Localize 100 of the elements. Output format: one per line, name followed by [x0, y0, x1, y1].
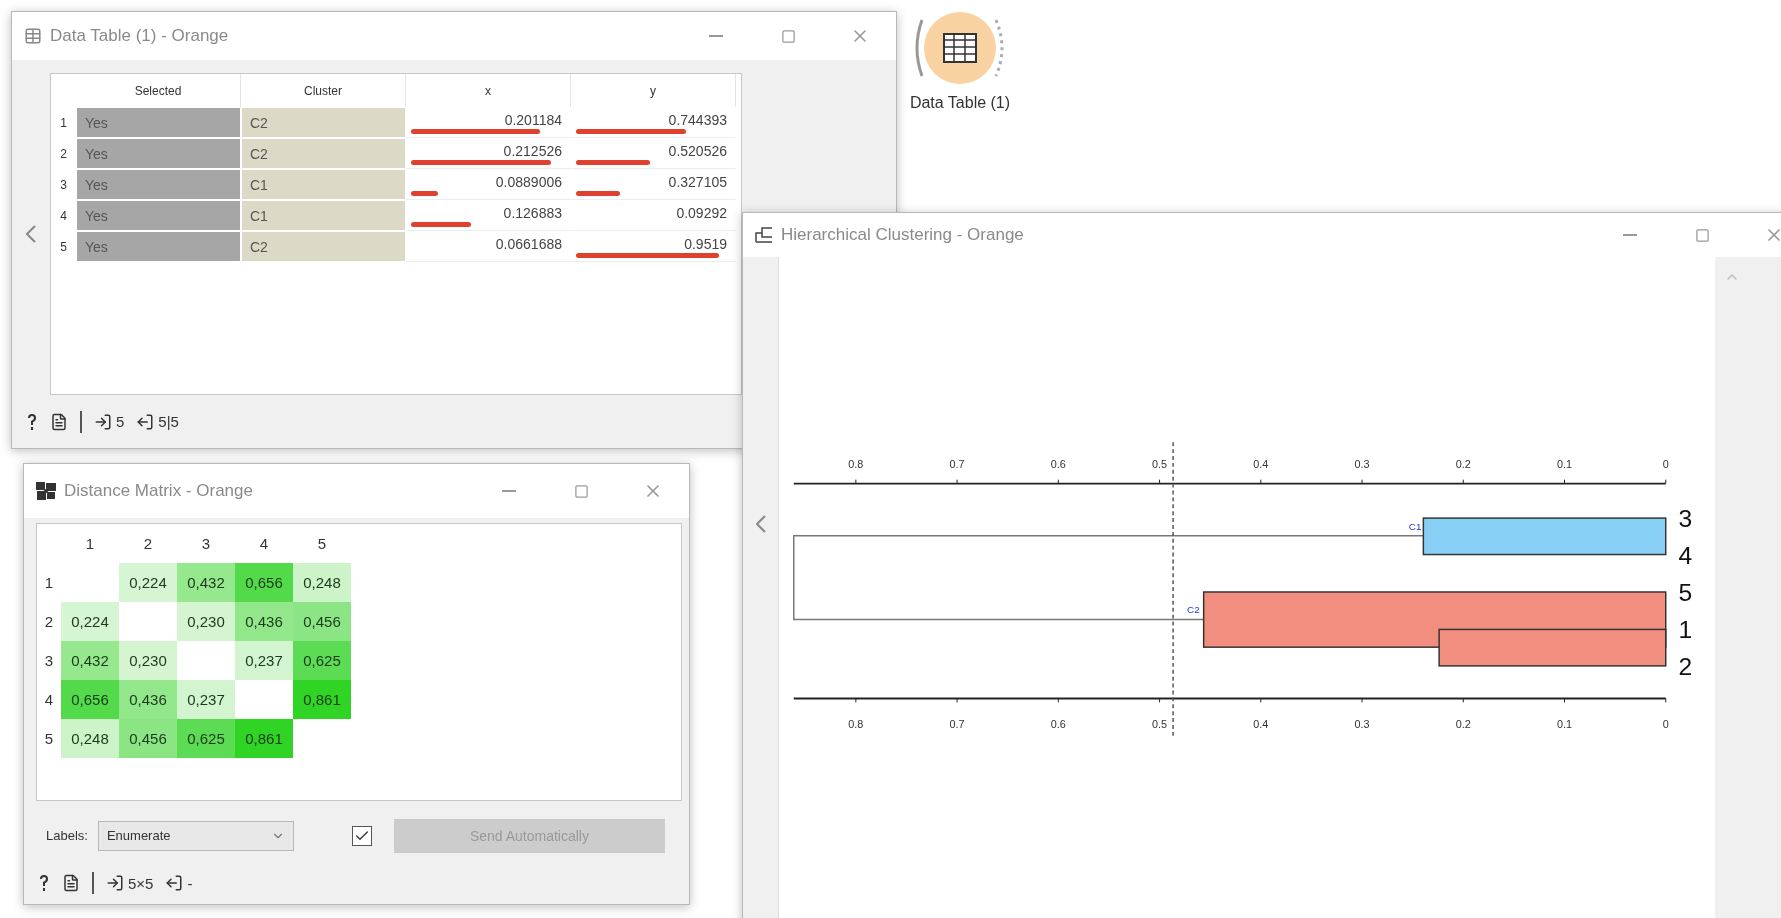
row-header: 3 [43, 651, 55, 671]
matrix-cell: 0,237 [235, 641, 293, 680]
axis-tick-label: 0.6 [1050, 717, 1066, 730]
cluster-branch[interactable] [1202, 591, 1667, 667]
matrix-cell: 0,224 [119, 563, 177, 602]
labels-label: Labels: [46, 828, 88, 844]
row-number: 1 [59, 114, 68, 132]
axis-tick-label: 0.5 [1152, 457, 1168, 470]
matrix-cell: 0,456 [119, 719, 177, 758]
table-cell: C1 [241, 200, 406, 231]
node-label: Data Table (1) [909, 94, 1011, 112]
table-cell: Yes [76, 169, 241, 200]
axis-tick-label: 0.4 [1253, 457, 1269, 470]
output-summary: - [187, 874, 193, 892]
axis-tick-label: 0.2 [1455, 457, 1471, 470]
column-header: 2 [142, 534, 154, 554]
axis-tick-label: 0.8 [848, 457, 864, 470]
table-cell: C2 [241, 138, 406, 169]
minimize-icon [709, 35, 723, 37]
input-icon [106, 874, 124, 893]
help-icon[interactable] [26, 412, 38, 431]
row-header: 1 [43, 573, 55, 593]
minimize-icon [502, 490, 516, 492]
cluster-branch[interactable] [1422, 517, 1667, 556]
matrix-cell: 0,237 [177, 680, 235, 719]
row-number: 2 [59, 145, 68, 163]
axis-tick-label: 0.7 [949, 717, 965, 730]
matrix-cell: 0,432 [177, 563, 235, 602]
row-number: 4 [59, 207, 68, 225]
matrix-cell: 0,432 [61, 641, 119, 680]
matrix-icon [36, 482, 56, 500]
matrix-cell: 0,456 [293, 602, 351, 641]
table-cell: Yes [76, 107, 241, 138]
axis-tick-label: 0 [1662, 717, 1669, 730]
axis-tick-label: 0.1 [1556, 717, 1573, 730]
matrix-cell: 0,656 [235, 563, 293, 602]
column-header: 5 [316, 534, 328, 554]
axis-tick-label: 0.1 [1556, 457, 1573, 470]
table-cell: Yes [76, 138, 241, 169]
dendrogram-icon [755, 227, 773, 243]
row-number: 5 [59, 238, 68, 256]
window-title: Data Table (1) - Orange [50, 26, 230, 46]
matrix-cell: 0,436 [235, 602, 293, 641]
column-header: 4 [258, 534, 270, 554]
table-cell: Yes [76, 200, 241, 231]
matrix-cell: 0,248 [293, 563, 351, 602]
matrix-cell: 0,248 [61, 719, 119, 758]
column-header: 3 [200, 534, 212, 554]
axis-tick-label: 0.7 [949, 457, 965, 470]
axis-tick-label: 0.4 [1253, 717, 1269, 730]
row-header: 4 [43, 690, 55, 710]
chevron-left-icon [755, 515, 766, 533]
table-icon [24, 27, 42, 45]
labels-dropdown[interactable]: Enumerate [97, 820, 294, 851]
leaf-label: 4 [1678, 541, 1693, 569]
matrix-cell: 0,861 [293, 680, 351, 719]
axis-tick-label: 0.3 [1354, 717, 1370, 730]
matrix-cell: 0,230 [119, 641, 177, 680]
axis-tick-label: 0.6 [1050, 457, 1066, 470]
table-cell: C2 [241, 107, 406, 138]
cluster-label: C1 [1408, 520, 1422, 532]
axis-tick-label: 0.8 [848, 717, 864, 730]
report-icon[interactable] [50, 412, 68, 431]
help-icon[interactable] [38, 874, 50, 893]
leaf-label: 5 [1678, 578, 1693, 606]
maximize-icon [573, 483, 589, 499]
cut-line[interactable] [1172, 441, 1174, 739]
axis-tick-label: 0.3 [1354, 457, 1370, 470]
matrix-cell: 0,230 [177, 602, 235, 641]
chevron-left-icon [26, 225, 36, 243]
output-summary: 5|5 [158, 413, 179, 430]
table-cell: Yes [76, 231, 241, 262]
output-icon [165, 874, 184, 893]
input-summary: 5×5 [128, 874, 154, 892]
input-icon [94, 412, 112, 431]
maximize-icon [780, 28, 796, 44]
maximize-icon [1694, 227, 1710, 243]
axis-tick-label: 0 [1662, 457, 1669, 470]
matrix-cell: 0,224 [61, 602, 119, 641]
leaf-label: 2 [1678, 652, 1693, 680]
window-title: Distance Matrix - Orange [64, 481, 254, 501]
matrix-cell: 0,656 [61, 680, 119, 719]
column-header: 1 [84, 534, 96, 554]
leaf-label: 1 [1678, 615, 1693, 643]
matrix-cell: 0,625 [293, 641, 351, 680]
row-header: 2 [43, 612, 55, 632]
row-number: 3 [59, 176, 68, 194]
leaf-label: 3 [1678, 504, 1693, 532]
axis-tick-label: 0.2 [1455, 717, 1471, 730]
input-summary: 5 [116, 413, 125, 430]
axis-tick-label: 0.5 [1152, 717, 1168, 730]
cluster-label: C2 [1187, 603, 1200, 615]
table-cell: C2 [241, 231, 406, 262]
matrix-cell: 0,436 [119, 680, 177, 719]
output-icon [136, 412, 155, 431]
window-title: Hierarchical Clustering - Orange [781, 225, 1025, 245]
matrix-cell: 0,625 [177, 719, 235, 758]
report-icon[interactable] [62, 874, 80, 893]
matrix-cell: 0,861 [235, 719, 293, 758]
table-cell: C1 [241, 169, 406, 200]
